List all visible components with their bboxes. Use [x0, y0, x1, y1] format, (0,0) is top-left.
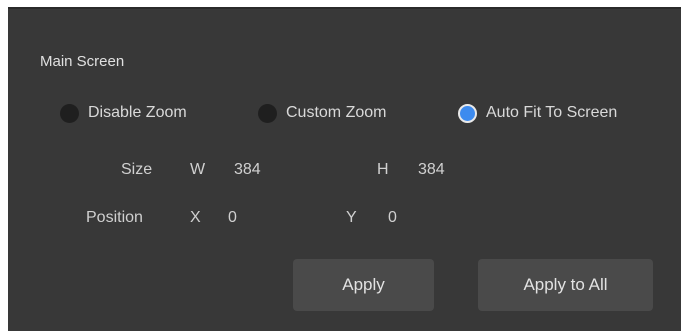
radio-label: Custom Zoom: [286, 104, 387, 121]
x-label: X: [190, 209, 201, 226]
width-label: W: [190, 161, 206, 178]
height-label: H: [377, 161, 389, 178]
width-value[interactable]: 384: [234, 161, 261, 179]
position-label: Position: [86, 209, 143, 226]
x-value[interactable]: 0: [228, 209, 237, 227]
apply-button[interactable]: Apply: [293, 259, 434, 311]
size-label: Size: [121, 161, 153, 178]
y-label: Y: [346, 209, 357, 226]
main-screen-panel: Main Screen Disable Zoom Custom Zoom Aut…: [8, 7, 681, 331]
radio-unchecked-icon: [258, 103, 277, 123]
y-value[interactable]: 0: [388, 209, 397, 227]
section-title: Main Screen: [40, 53, 125, 70]
radio-custom-zoom[interactable]: Custom Zoom: [258, 101, 386, 125]
radio-disable-zoom[interactable]: Disable Zoom: [60, 101, 187, 125]
radio-checked-icon: [458, 103, 477, 123]
radio-unchecked-icon: [60, 103, 79, 123]
radio-label: Disable Zoom: [88, 104, 187, 121]
apply-to-all-button[interactable]: Apply to All: [478, 259, 653, 311]
height-value[interactable]: 384: [418, 161, 445, 179]
radio-label: Auto Fit To Screen: [486, 104, 618, 121]
radio-auto-fit[interactable]: Auto Fit To Screen: [458, 101, 617, 125]
